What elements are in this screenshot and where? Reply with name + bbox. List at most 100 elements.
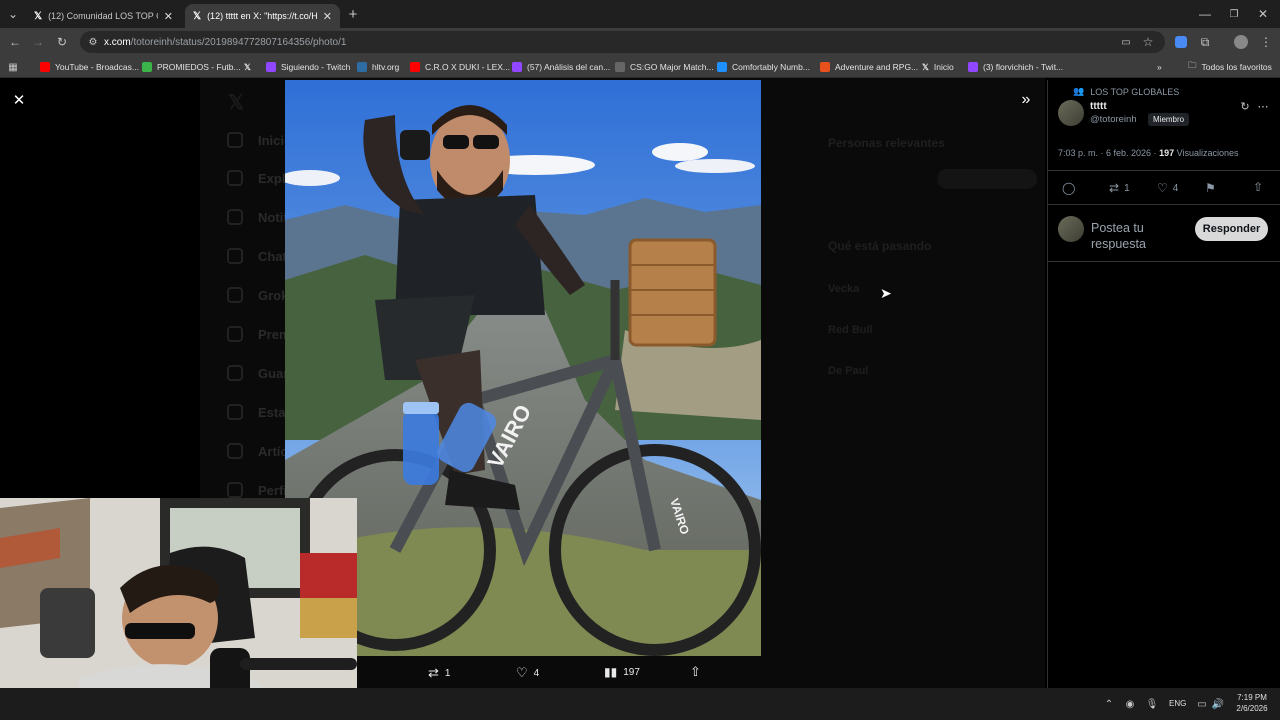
mail-icon <box>227 248 243 264</box>
folder-icon: 🗀 <box>1188 60 1197 70</box>
bookmark-florvichich[interactable]: (3) florvichich - Twit... <box>968 60 1063 74</box>
profile-avatar[interactable] <box>1234 35 1248 49</box>
author-name[interactable]: ttttt <box>1090 101 1107 112</box>
like-count: 4 <box>533 667 540 679</box>
back-icon[interactable]: ← <box>6 33 24 51</box>
divider <box>1048 204 1280 205</box>
author-avatar[interactable] <box>1058 100 1084 126</box>
reload-icon[interactable]: ↻ <box>53 33 71 51</box>
bookmark-cro[interactable]: C.R.O X DUKI - LEX... <box>410 60 510 74</box>
collapse-panel-icon[interactable]: » <box>1017 91 1035 109</box>
url-path: /totoreinh/status/2019894772807164356/ph… <box>130 36 347 48</box>
youtube-icon <box>410 62 420 72</box>
media-views-button[interactable]: ▮▮ 197 <box>604 665 640 679</box>
like-count: 4 <box>1172 182 1179 194</box>
taskbar <box>0 688 1280 720</box>
bookmark-adventure[interactable]: Adventure and RPG... <box>820 60 918 74</box>
bookmark-label: Comfortably Numb... <box>732 62 810 72</box>
close-viewer-icon[interactable]: ✕ <box>10 91 28 109</box>
bookmark-hltv[interactable]: hltv.org <box>357 60 399 74</box>
webcam-image <box>0 498 357 720</box>
volume-icon[interactable]: 🔊 <box>1209 695 1227 713</box>
hltv-icon <box>357 62 367 72</box>
webcam-overlay <box>0 498 357 720</box>
cast-icon[interactable]: ▭ <box>1117 33 1135 51</box>
bookmark-youtube[interactable]: YouTube - Broadcas... <box>40 60 139 74</box>
bookmark-analisis[interactable]: (57) Análisis del can... <box>512 60 610 74</box>
apps-grid-icon[interactable]: ▦ <box>4 58 22 76</box>
reply-input[interactable]: Postea tu respuesta <box>1091 220 1186 250</box>
reply-action[interactable]: ◯ <box>1062 181 1075 195</box>
microphone-icon[interactable]: 🎙 <box>1143 695 1161 713</box>
grok-icon <box>227 287 243 303</box>
window-close-button[interactable]: ✕ <box>1254 5 1272 23</box>
share-action[interactable]: ⇧ <box>1253 180 1263 194</box>
author-handle[interactable]: @totoreinh <box>1090 114 1137 125</box>
retweet-count: 1 <box>444 667 451 679</box>
music-icon <box>717 62 727 72</box>
twitch-icon <box>968 62 978 72</box>
bookmark-x[interactable]: 𝕏 <box>244 60 251 74</box>
minimize-button[interactable]: — <box>1196 5 1214 23</box>
community-name: LOS TOP GLOBALES <box>1090 86 1180 97</box>
extensions-puzzle-icon[interactable]: ⧉ <box>1196 33 1214 51</box>
media-retweet-button[interactable]: ⇄ 1 <box>428 665 450 681</box>
site-info-icon[interactable]: ⚙ <box>84 33 102 51</box>
post-view-count: 197 <box>1159 148 1175 158</box>
bookmark-comfortably[interactable]: Comfortably Numb... <box>717 60 810 74</box>
maximize-button[interactable]: ❐ <box>1225 5 1243 23</box>
mouse-cursor-icon: ➤ <box>880 285 892 301</box>
share-icon[interactable]: ⇧ <box>690 664 701 680</box>
retweet-action[interactable]: ⇄ 1 <box>1109 181 1130 195</box>
views-label: Visualizaciones <box>1176 148 1239 158</box>
close-icon[interactable]: ✕ <box>323 10 332 23</box>
post-timestamp: 7:03 p. m. · 6 feb. 2026 · 197 Visualiza… <box>1058 148 1239 158</box>
twitch-icon <box>512 62 522 72</box>
post-time: 7:03 p. m. · 6 feb. 2026 · <box>1058 148 1157 158</box>
steam-icon[interactable]: ◉ <box>1121 695 1139 713</box>
language-indicator[interactable]: ENG <box>1169 699 1186 708</box>
youtube-icon <box>40 62 50 72</box>
tray-chevron-icon[interactable]: ⌃ <box>1100 695 1118 713</box>
all-bookmarks[interactable]: 🗀 Todos los favoritos <box>1188 60 1272 74</box>
divider <box>1048 261 1280 262</box>
bookmark-icon <box>227 365 243 381</box>
clock-date: 2/6/2026 <box>1236 704 1268 713</box>
bell-icon <box>227 209 243 225</box>
community-label[interactable]: 👥 LOS TOP GLOBALES <box>1073 86 1179 97</box>
profile-icon <box>227 482 243 498</box>
bookmark-label: (3) florvichich - Twit... <box>983 62 1064 72</box>
bookmark-inicio[interactable]: 𝕏 Inicio <box>922 60 954 74</box>
like-action[interactable]: ♡ 4 <box>1157 181 1178 195</box>
bookmark-label: PROMIEDOS - Futb... <box>157 62 241 72</box>
twitch-icon <box>266 62 276 72</box>
menu-icon[interactable]: ⋮ <box>1257 33 1275 51</box>
more-bookmarks-icon[interactable]: » <box>1157 60 1162 74</box>
bookmark-action[interactable]: ⚑ <box>1205 181 1216 195</box>
clock[interactable]: 7:19 PM 2/6/2026 <box>1232 693 1272 713</box>
extension-icon[interactable] <box>1175 36 1187 48</box>
game-icon <box>820 62 830 72</box>
forward-icon[interactable]: → <box>29 33 47 51</box>
tab-post[interactable]: 𝕏 (12) ttttt en X: "https://t.co/HyP ✕ <box>185 4 340 28</box>
media-like-button[interactable]: ♡ 4 <box>516 665 539 681</box>
address-bar[interactable]: x.com/totoreinh/status/20198947728071643… <box>80 31 1165 53</box>
reply-button[interactable]: Responder <box>1195 217 1268 241</box>
tab-search-icon[interactable]: ⌄ <box>4 5 22 23</box>
bookmark-promiedos[interactable]: PROMIEDOS - Futb... <box>142 60 241 74</box>
grok-explain-icon[interactable]: ↻ <box>1236 97 1254 115</box>
tab-community[interactable]: 𝕏 (12) Comunidad LOS TOP GLOB ✕ <box>26 4 181 28</box>
bookmark-twitch[interactable]: Siguiendo - Twitch <box>266 60 350 74</box>
retweet-count: 1 <box>1124 182 1130 194</box>
share-icon: ⇧ <box>1253 180 1264 194</box>
bookmark-csgo[interactable]: CS:GO Major Match... <box>615 60 714 74</box>
new-tab-button[interactable]: + <box>344 5 362 23</box>
close-icon[interactable]: ✕ <box>164 10 173 23</box>
star-icon[interactable]: ☆ <box>1139 33 1157 51</box>
bookmark-label: hltv.org <box>372 62 400 72</box>
promiedos-icon <box>142 62 152 72</box>
bookmark-label: (57) Análisis del can... <box>527 62 611 72</box>
search-icon <box>227 170 243 186</box>
more-options-icon[interactable]: ⋯ <box>1254 97 1272 115</box>
url-host: x.com <box>104 36 131 48</box>
